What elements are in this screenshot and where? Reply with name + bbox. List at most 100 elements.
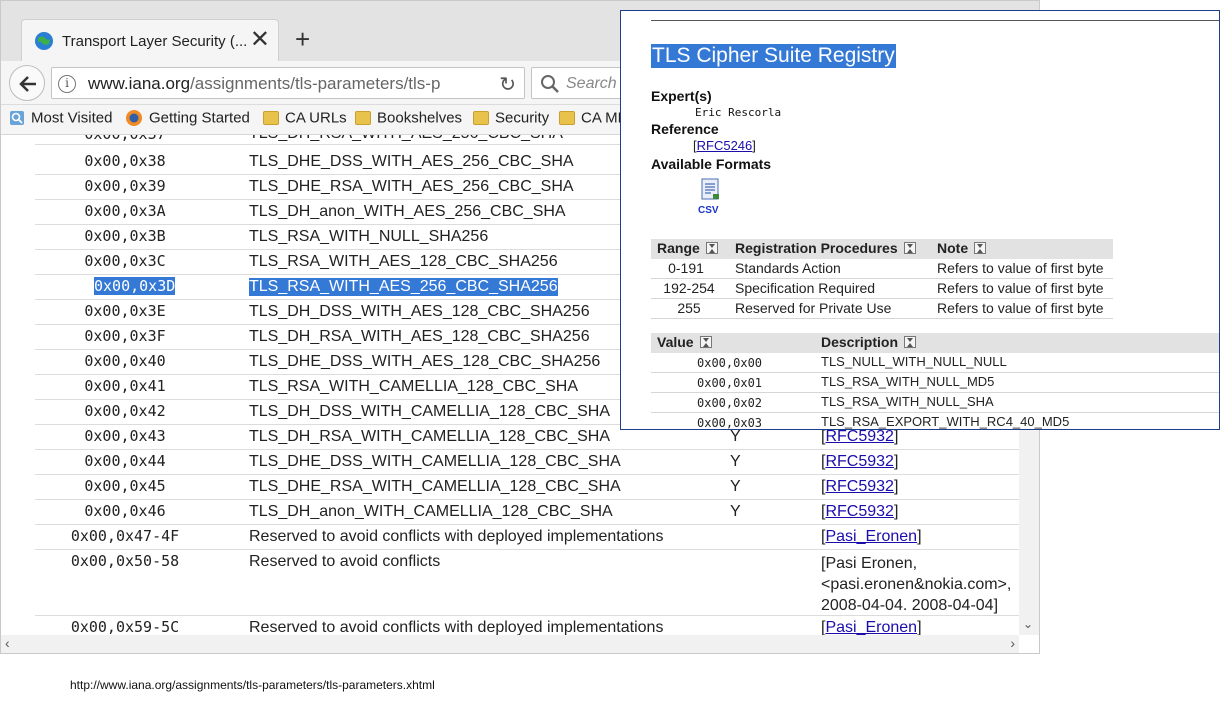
cipher-description: TLS_DHE_DSS_WITH_AES_128_CBC_SHA256 [249,353,601,370]
bookmark-ca-urls[interactable]: CA URLs [263,109,347,131]
pasi-eronen-link[interactable]: Pasi_Eronen [825,619,917,635]
reference-value: [RFC5246] [693,138,756,153]
cipher-value: 0x00,0x46 [84,502,166,520]
sort-icon[interactable] [903,242,916,254]
bookmark-security[interactable]: Security [473,109,549,131]
table-row: 0x00,0x44 TLS_DHE_DSS_WITH_CAMELLIA_128_… [35,450,1019,475]
new-tab-icon[interactable]: + [295,25,310,53]
folder-icon [355,111,371,126]
rfc5246-link[interactable]: RFC5246 [697,138,753,153]
procedure-cell: Standards Action [735,260,841,276]
header-label: Description [821,334,899,350]
reference-line: 2008-04-04. 2008-04-04] [821,597,999,614]
cipher-value: 0x00,0x59-5C [70,618,180,635]
globe-icon [35,32,53,50]
sort-icon[interactable] [974,242,987,254]
scroll-down-icon[interactable]: ⌄ [1023,617,1033,631]
cipher-description: TLS_DHE_RSA_WITH_AES_256_CBC_SHA [249,178,574,195]
bookmark-getting-started[interactable]: Getting Started [125,109,250,131]
table-row: 0x00,0x46 TLS_DH_anon_WITH_CAMELLIA_128_… [35,500,1019,525]
description-cell: TLS_RSA_WITH_NULL_MD5 [821,374,995,389]
close-tab-icon[interactable]: ✕ [250,26,270,54]
url-bar[interactable]: i www.iana.org/assignments/tls-parameter… [51,67,525,99]
cipher-description: TLS_DHE_RSA_WITH_CAMELLIA_128_CBC_SHA [249,478,621,495]
note-cell: Refers to value of first byte [937,280,1104,296]
cipher-description: TLS_DH_anon_WITH_AES_256_CBC_SHA [249,203,566,220]
cipher-description: TLS_RSA_WITH_AES_256_CBC_SHA256 [249,278,558,296]
pasi-eronen-link[interactable]: Pasi_Eronen [825,528,917,545]
bookmark-label: Security [495,109,550,127]
cipher-value: 0x00,0x38 [84,152,166,170]
cipher-value: 0x00,0x43 [84,427,166,445]
cipher-value: 0x00,0x47-4F [70,527,180,545]
value-cell: 0x00,0x01 [697,376,763,390]
registry-overlay-panel: TLS Cipher Suite Registry Expert(s) Eric… [620,10,1220,430]
cipher-description: TLS_DH_DSS_WITH_CAMELLIA_128_CBC_SHA [249,403,611,420]
cipher-description: TLS_DHE_DSS_WITH_AES_256_CBC_SHA [249,153,574,170]
rfc5932-link[interactable]: RFC5932 [825,503,893,520]
tab-title: Transport Layer Security (... [62,33,248,50]
cipher-value: 0x00,0x50-58 [70,552,180,570]
procedure-cell: Specification Required [735,280,876,296]
sort-icon[interactable] [705,242,718,254]
description-header[interactable]: Description [821,334,917,350]
csv-file-icon[interactable] [699,177,723,201]
header-label: Note [937,240,969,256]
range-header[interactable]: Range [657,240,718,256]
cipher-value: 0x00,0x39 [84,177,166,195]
cipher-value: 0x00,0x3E [84,302,166,320]
cipher-description: TLS_DH_RSA_WITH_AES_256_CBC_SHA [249,135,563,143]
rfc5932-link[interactable]: RFC5932 [825,478,893,495]
dtls-ok: Y [730,503,741,520]
back-button[interactable] [9,65,45,101]
reference: [Pasi Eronen, <pasi.eronen&nokia.com>, 2… [821,553,1011,616]
procedure-cell: Reserved for Private Use [735,300,892,316]
cipher-description: TLS_DH_DSS_WITH_AES_128_CBC_SHA256 [249,303,590,320]
registry-title: TLS Cipher Suite Registry [651,44,896,68]
source-caption: http://www.iana.org/assignments/tls-para… [70,678,435,692]
horizontal-scrollbar[interactable]: ‹ › [1,635,1019,653]
description-cell: TLS_RSA_WITH_NULL_SHA [821,394,994,409]
scroll-left-icon[interactable]: ‹ [5,635,10,651]
cipher-value: 0x00,0x3B [84,227,166,245]
most-visited-icon [10,111,24,126]
cipher-value: 0x00,0x3A [84,202,166,220]
cipher-description: Reserved to avoid conflicts with deploye… [249,619,664,635]
table-row: 0x00,0x50-58 Reserved to avoid conflicts… [35,550,1019,616]
rfc5932-link[interactable]: RFC5932 [825,453,893,470]
note-header[interactable]: Note [937,240,987,256]
search-bar[interactable]: Search [531,67,631,99]
url-text: www.iana.org/assignments/tls-parameters/… [88,74,440,94]
selected-value: 0x00,0x3D [94,277,176,295]
bookmark-bookshelves[interactable]: Bookshelves [355,109,462,131]
tab-tls[interactable]: Transport Layer Security (... ✕ [21,19,279,61]
search-placeholder: Search [566,75,617,92]
cipher-value: 0x00,0x42 [84,402,166,420]
cipher-description: Reserved to avoid conflicts with deploye… [249,528,664,545]
sort-icon[interactable] [699,336,712,348]
back-arrow-icon [19,76,36,92]
reference: [Pasi_Eronen] [821,528,922,545]
registration-procedures-header[interactable]: Registration Procedures [735,240,916,256]
bookmark-ca-mf[interactable]: CA MF [559,109,627,131]
bookmark-label: CA URLs [285,109,347,127]
rfc5932-link[interactable]: RFC5932 [825,428,893,445]
folder-icon [263,111,279,126]
experts-value: Eric Rescorla [695,106,782,119]
cipher-value: 0x00,0x37 [35,135,215,143]
value-header[interactable]: Value [657,334,712,350]
info-icon[interactable]: i [58,75,76,93]
dtls-ok: Y [730,453,741,470]
note-cell: Refers to value of first byte [937,260,1104,276]
search-icon [541,75,559,93]
bookmark-label: Most Visited [31,109,113,127]
scroll-right-icon[interactable]: › [1010,635,1015,651]
csv-link[interactable]: CSV [698,205,719,216]
bookmark-most-visited[interactable]: Most Visited [9,109,112,131]
cipher-description: TLS_DH_anon_WITH_CAMELLIA_128_CBC_SHA [249,503,613,520]
reload-icon[interactable]: ↻ [499,72,516,97]
header-label: Range [657,240,700,256]
sort-icon[interactable] [904,336,917,348]
cipher-description: Reserved to avoid conflicts [249,553,441,570]
url-path: /assignments/tls-parameters/tls-p [190,74,441,93]
